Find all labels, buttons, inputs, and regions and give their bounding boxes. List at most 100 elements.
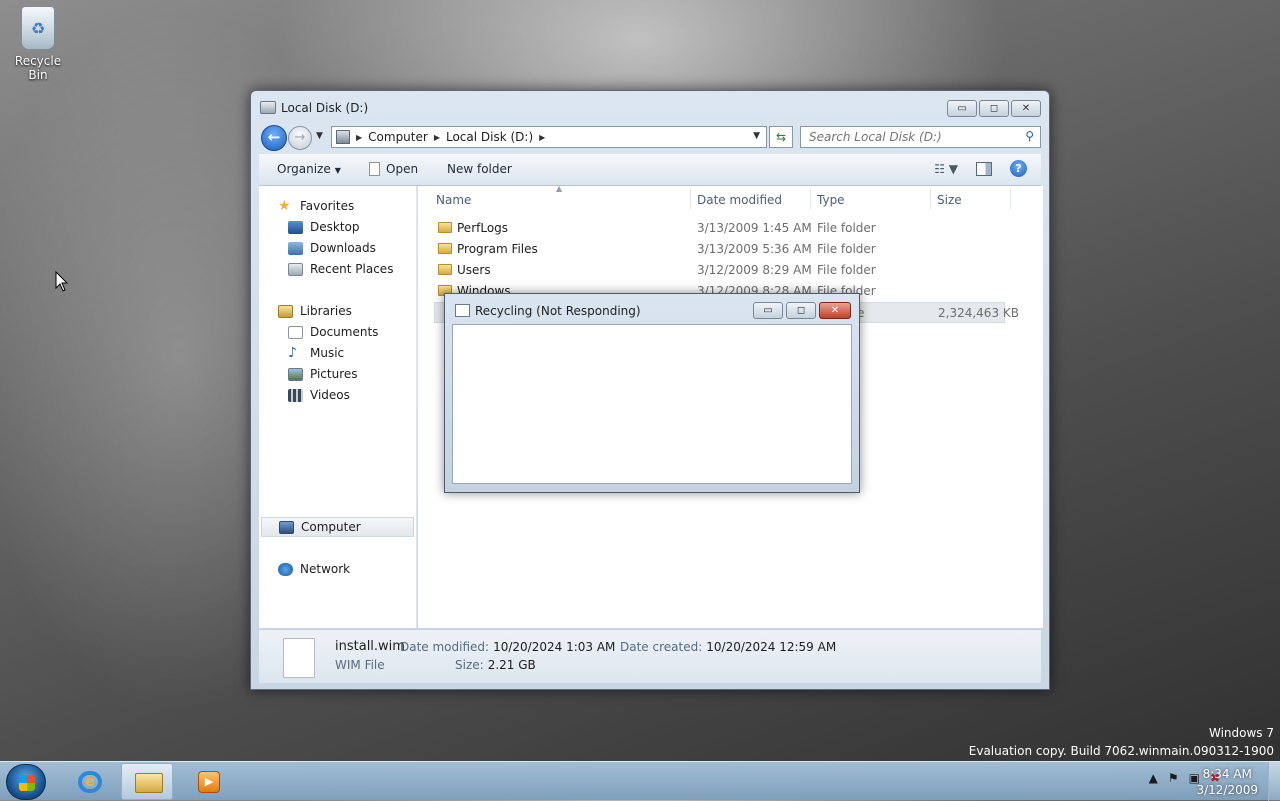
- nav-videos-label: Videos: [310, 388, 350, 402]
- recycling-dialog: Recycling (Not Responding) ▭ ◻ ✕: [444, 293, 860, 493]
- forward-button[interactable]: →: [288, 126, 312, 150]
- table-row[interactable]: Users 3/12/2009 8:29 AM File folder: [418, 260, 1043, 281]
- details-file-type: WIM File: [335, 658, 385, 672]
- clock[interactable]: 8:34 AM 3/12/2009: [1196, 766, 1258, 798]
- nav-videos[interactable]: Videos: [259, 385, 416, 405]
- table-row[interactable]: PerfLogs 3/13/2009 1:45 AM File folder: [418, 218, 1043, 239]
- show-hidden-icons-icon[interactable]: ▲: [1149, 771, 1158, 785]
- nav-desktop[interactable]: Desktop: [259, 217, 416, 237]
- column-divider[interactable]: [1010, 189, 1011, 209]
- row-type: File folder: [817, 221, 876, 235]
- search-icon[interactable]: ⚲: [1025, 129, 1034, 143]
- details-size: Size: 2.21 GB: [455, 658, 536, 672]
- row-name: Program Files: [457, 242, 538, 256]
- dialog-title[interactable]: Recycling (Not Responding): [475, 304, 641, 318]
- recycle-bin-icon: [21, 6, 55, 50]
- nav-downloads-label: Downloads: [310, 241, 376, 255]
- show-desktop-button[interactable]: [1268, 762, 1280, 801]
- details-date-modified: Date modified: 10/20/2024 1:03 AM: [400, 640, 615, 654]
- back-button[interactable]: ←: [261, 125, 287, 151]
- documents-icon: [288, 325, 303, 339]
- details-date-created: Date created: 10/20/2024 12:59 AM: [620, 640, 836, 654]
- close-button[interactable]: ✕: [1011, 100, 1041, 117]
- minimize-button[interactable]: ▭: [947, 100, 977, 117]
- nav-network-label: Network: [300, 562, 351, 576]
- nav-computer-label: Computer: [301, 520, 361, 534]
- dialog-maximize-button[interactable]: ◻: [786, 302, 816, 319]
- watermark-build: Evaluation copy. Build 7062.winmain.0903…: [968, 744, 1274, 758]
- change-view-button[interactable]: ☷ ▼: [934, 162, 958, 176]
- preview-pane-button[interactable]: [976, 161, 992, 176]
- close-icon: ✕: [1021, 103, 1031, 114]
- nav-libraries-label: Libraries: [300, 304, 352, 318]
- nav-downloads[interactable]: Downloads: [259, 238, 416, 258]
- details-size-value: 2.21 GB: [487, 658, 536, 672]
- desktop-icon: [288, 220, 303, 234]
- dialog-body: [452, 324, 852, 484]
- details-size-label: Size:: [455, 658, 484, 672]
- watermark-os-name: Windows 7: [1208, 726, 1274, 740]
- column-size[interactable]: Size: [937, 193, 962, 207]
- column-divider[interactable]: [690, 189, 691, 209]
- chevron-right-icon[interactable]: ▶: [539, 133, 545, 142]
- chevron-right-icon[interactable]: ▶: [434, 133, 440, 142]
- minimize-icon: ▭: [957, 103, 967, 114]
- search-box: ⚲: [800, 126, 1041, 148]
- nav-favorites[interactable]: ★ Favorites: [259, 196, 416, 216]
- recent-pages-dropdown[interactable]: ▼: [316, 131, 323, 141]
- action-center-flag-icon[interactable]: ⚑: [1168, 771, 1179, 785]
- videos-icon: [288, 388, 303, 402]
- nav-music-label: Music: [310, 346, 345, 360]
- address-history-dropdown[interactable]: ▼: [753, 131, 760, 141]
- new-folder-button[interactable]: New folder: [447, 162, 512, 176]
- nav-recent-places-label: Recent Places: [310, 262, 394, 276]
- maximize-button[interactable]: ◻: [979, 100, 1009, 117]
- start-button[interactable]: [6, 764, 46, 800]
- table-row[interactable]: Program Files 3/13/2009 5:36 AM File fol…: [418, 239, 1043, 260]
- address-bar[interactable]: ▶ Computer ▶ Local Disk (D:) ▶ ▼: [331, 126, 767, 148]
- organize-button[interactable]: Organize ▼: [277, 162, 341, 176]
- drive-icon: [260, 101, 276, 114]
- folder-icon: [438, 243, 452, 254]
- details-file-name: install.wim: [335, 639, 405, 654]
- refresh-button[interactable]: ⇆: [769, 126, 793, 148]
- column-type[interactable]: Type: [817, 193, 845, 207]
- breadcrumb: ▶ Computer ▶ Local Disk (D:) ▶: [356, 130, 545, 144]
- explorer-titlebar[interactable]: Local Disk (D:) ▭ ◻ ✕: [251, 91, 1049, 123]
- taskbar: e ▶ ▲ ⚑ ▣ ✖ 8:34 AM 3/12/2009: [0, 761, 1280, 801]
- chevron-right-icon[interactable]: ▶: [356, 133, 362, 142]
- column-name[interactable]: Name: [436, 193, 471, 207]
- command-bar: Organize ▼ Open New folder ☷ ▼ ?: [259, 154, 1041, 186]
- nav-music[interactable]: ♪ Music: [259, 343, 416, 363]
- row-type: File folder: [817, 242, 876, 256]
- open-button[interactable]: Open: [369, 162, 418, 176]
- recycle-bin-label: Recycle Bin: [14, 54, 62, 82]
- column-divider[interactable]: [810, 189, 811, 209]
- nav-pictures[interactable]: Pictures: [259, 364, 416, 384]
- details-date-created-label: Date created:: [620, 640, 703, 654]
- clock-time: 8:34 AM: [1202, 767, 1252, 781]
- nav-network[interactable]: Network: [259, 559, 416, 579]
- clock-date: 3/12/2009: [1196, 783, 1258, 797]
- details-pane: install.wim WIM File Date modified: 10/20…: [259, 629, 1041, 683]
- search-input[interactable]: [807, 128, 1007, 146]
- nav-libraries[interactable]: Libraries: [259, 301, 416, 321]
- folder-icon: [135, 773, 163, 793]
- dialog-close-button[interactable]: ✕: [819, 302, 851, 319]
- recycle-bin-desktop-icon[interactable]: Recycle Bin: [4, 6, 72, 82]
- column-divider[interactable]: [930, 189, 931, 209]
- column-date-modified[interactable]: Date modified: [697, 193, 782, 207]
- network-icon: [278, 562, 293, 576]
- taskbar-media-player[interactable]: ▶: [184, 763, 236, 800]
- nav-computer[interactable]: Computer: [261, 517, 414, 537]
- nav-recent-places[interactable]: Recent Places: [259, 259, 416, 279]
- taskbar-internet-explorer[interactable]: e: [64, 763, 116, 800]
- pictures-icon: [288, 367, 303, 381]
- breadcrumb-computer[interactable]: Computer: [368, 130, 428, 144]
- breadcrumb-local-disk[interactable]: Local Disk (D:): [446, 130, 533, 144]
- window-title: Local Disk (D:): [281, 101, 369, 115]
- help-button[interactable]: ?: [1010, 160, 1027, 177]
- taskbar-windows-explorer[interactable]: [121, 763, 173, 800]
- nav-documents[interactable]: Documents: [259, 322, 416, 342]
- dialog-minimize-button[interactable]: ▭: [753, 302, 783, 319]
